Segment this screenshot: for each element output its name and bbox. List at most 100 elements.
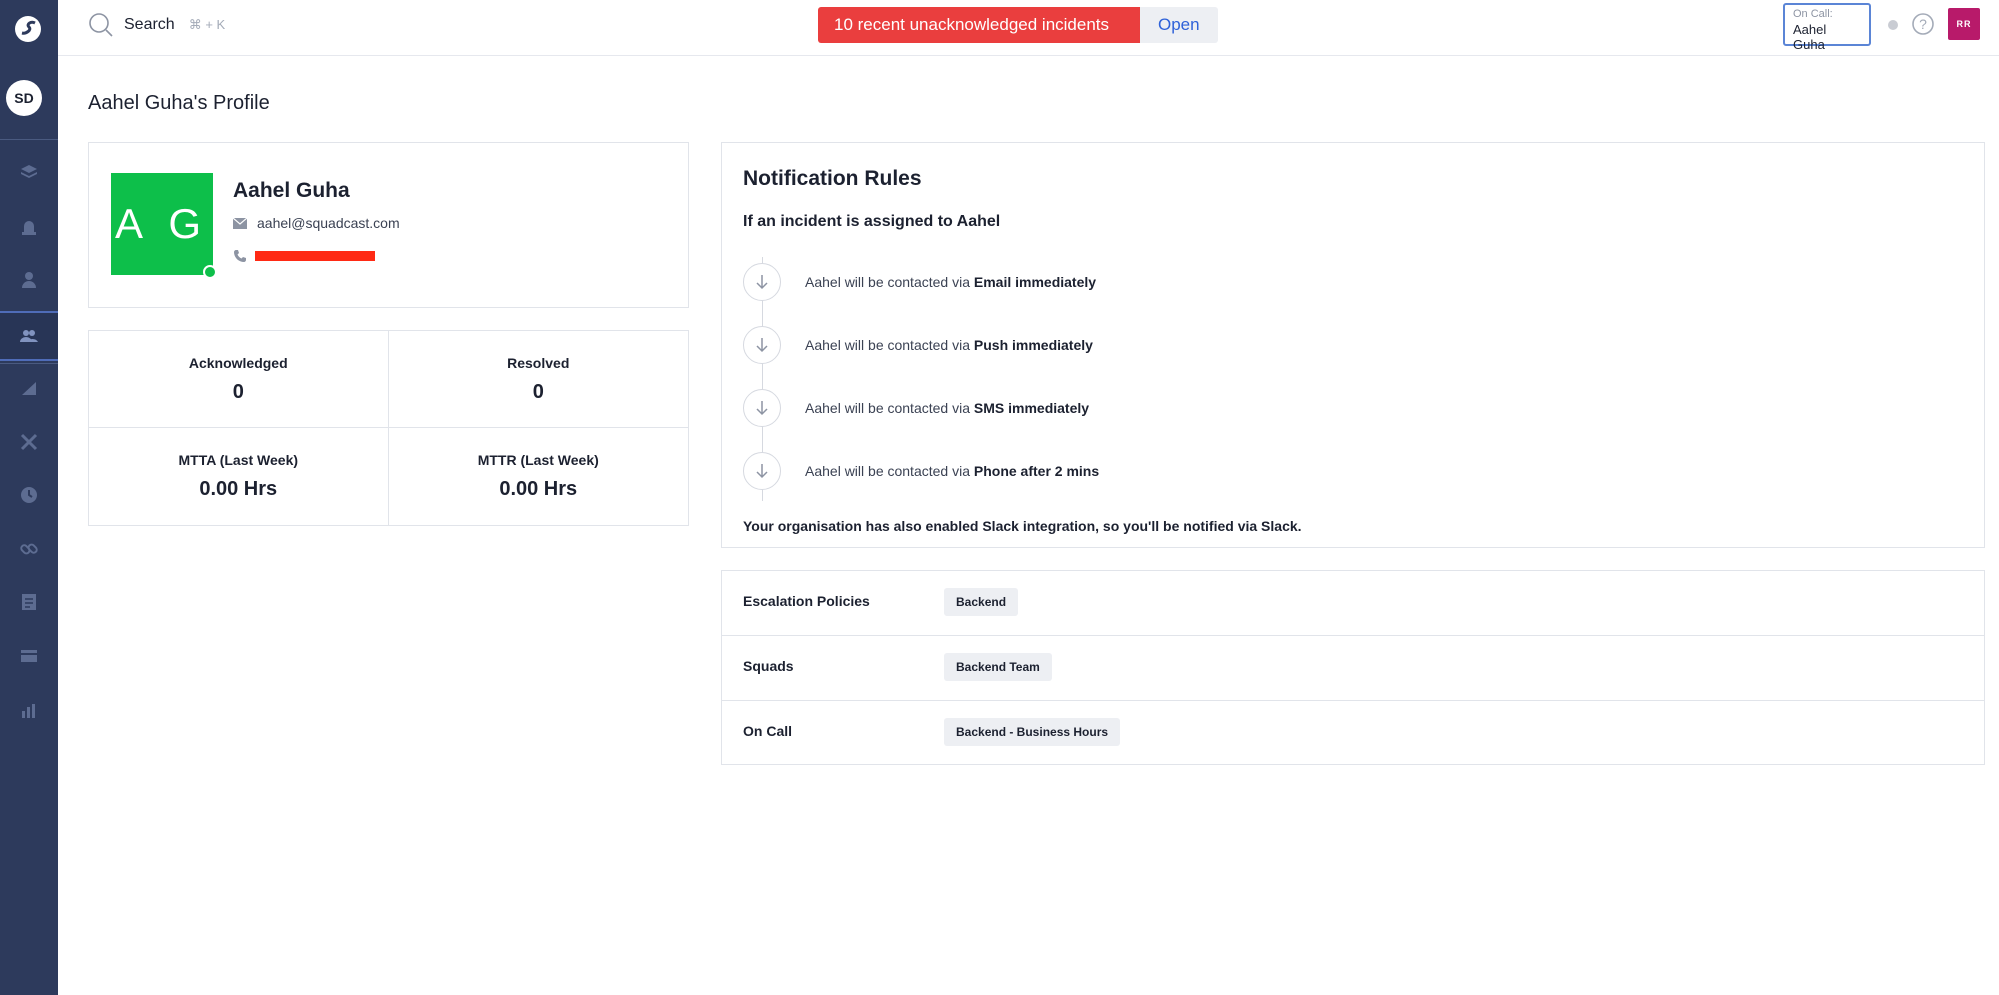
card-icon	[21, 650, 37, 662]
on-call-row: On Call Backend - Business Hours	[722, 701, 1984, 766]
arrow-down-icon	[743, 326, 781, 364]
sidebar-item-postmortems[interactable]	[0, 578, 58, 626]
profile-info-table: Escalation Policies Backend Squads Backe…	[721, 570, 1985, 765]
rule-prefix: Aahel will be contacted via	[805, 400, 970, 416]
rule-prefix: Aahel will be contacted via	[805, 337, 970, 353]
user-icon	[22, 272, 36, 288]
sidebar-item-teams[interactable]	[0, 311, 58, 361]
incident-banner: 10 recent unacknowledged incidents Open	[818, 7, 1218, 43]
oncall-name: Aahel Guha	[1793, 22, 1827, 52]
help-icon[interactable]: ?	[1911, 12, 1935, 36]
email-icon	[233, 217, 247, 229]
stat-resolved: Resolved 0	[388, 331, 688, 428]
link-icon	[20, 543, 38, 555]
squadcast-logo-icon[interactable]	[9, 10, 47, 48]
org-avatar[interactable]: SD	[6, 80, 42, 116]
profile-card: A G Aahel Guha aahel@squadcast.com	[88, 142, 689, 308]
rule-text: Aahel will be contacted via Phone after …	[805, 463, 1099, 479]
topbar: Search ⌘ + K 10 recent unacknowledged in…	[58, 0, 1999, 56]
arrow-down-icon	[743, 263, 781, 301]
stat-label: Resolved	[507, 354, 570, 371]
rules-subtitle: If an incident is assigned to Aahel	[743, 213, 1001, 230]
rule-method: Push immediately	[973, 337, 1093, 353]
search-icon	[89, 13, 113, 37]
profile-initials: A G	[114, 200, 210, 247]
rule-item: Aahel will be contacted via Push immedia…	[743, 325, 1093, 365]
tools-icon	[20, 433, 38, 451]
sidebar-item-reports[interactable]	[0, 687, 58, 735]
squad-tag[interactable]: Backend Team	[944, 653, 1052, 681]
arrow-down-icon	[743, 389, 781, 427]
status-dot	[1888, 20, 1898, 30]
profile-email: aahel@squadcast.com	[257, 215, 400, 231]
profile-name: Aahel Guha	[233, 179, 350, 202]
stat-label: MTTA (Last Week)	[178, 452, 299, 468]
rule-method: Email immediately	[973, 274, 1097, 290]
stat-mttr: MTTR (Last Week) 0.00 Hrs	[389, 428, 689, 525]
stat-value: 0	[532, 380, 544, 403]
sidebar-item-users[interactable]	[0, 256, 58, 304]
online-status-dot	[203, 265, 217, 279]
stat-mtta: MTTA (Last Week) 0.00 Hrs	[89, 428, 389, 525]
stat-label: MTTR (Last Week)	[477, 452, 599, 468]
phone-icon	[234, 250, 246, 262]
search-shortcut: ⌘ + K	[188, 17, 226, 32]
arrow-down-icon	[743, 452, 781, 490]
stat-label: Acknowledged	[188, 354, 288, 371]
notification-rules-card: Notification Rules If an incident is ass…	[721, 142, 1985, 548]
team-icon	[20, 330, 38, 342]
incident-message: 10 recent unacknowledged incidents	[818, 7, 1140, 43]
sidebar: SD	[0, 0, 58, 995]
rule-text: Aahel will be contacted via Push immedia…	[805, 337, 1093, 353]
sidebar-item-schedules[interactable]	[0, 471, 58, 519]
slack-note: Your organisation has also enabled Slack…	[743, 518, 1302, 534]
sidebar-item-incidents[interactable]	[0, 203, 58, 251]
stat-value: 0.00 Hrs	[199, 478, 278, 500]
oncall-indicator[interactable]: On Call: Aahel Guha	[1783, 3, 1871, 52]
rule-prefix: Aahel will be contacted via	[805, 274, 970, 290]
page-title: Aahel Guha's Profile	[88, 92, 270, 114]
sidebar-item-links[interactable]	[0, 525, 58, 573]
analytics-icon	[22, 382, 36, 395]
svg-text:?: ?	[1919, 16, 1927, 32]
rule-item: Aahel will be contacted via SMS immediat…	[743, 388, 1089, 428]
sidebar-divider	[0, 139, 58, 140]
row-label: Escalation Policies	[743, 593, 870, 609]
rule-prefix: Aahel will be contacted via	[805, 463, 970, 479]
rule-item: Aahel will be contacted via Email immedi…	[743, 262, 1096, 302]
rule-text: Aahel will be contacted via Email immedi…	[805, 274, 1096, 290]
rule-text: Aahel will be contacted via SMS immediat…	[805, 400, 1089, 416]
rule-method: SMS immediately	[973, 400, 1090, 416]
clock-icon	[21, 487, 37, 503]
bar-chart-icon	[22, 704, 35, 718]
sidebar-item-dashboard[interactable]	[0, 148, 58, 196]
checklist-icon	[22, 594, 36, 610]
sidebar-item-analytics[interactable]	[0, 364, 58, 412]
stat-value: 0	[232, 380, 244, 403]
rules-title: Notification Rules	[743, 167, 922, 190]
stat-acknowledged: Acknowledged 0	[89, 331, 389, 428]
redacted-phone	[255, 251, 375, 261]
row-label: On Call	[743, 723, 793, 739]
open-incidents-button[interactable]: Open	[1140, 7, 1218, 43]
escalation-policies-row: Escalation Policies Backend	[722, 571, 1984, 636]
layers-icon	[21, 165, 37, 178]
profile-email-row: aahel@squadcast.com	[233, 215, 400, 231]
rule-item: Aahel will be contacted via Phone after …	[743, 451, 1099, 491]
profile-phone-row	[233, 249, 375, 263]
alarm-icon	[22, 221, 36, 235]
escalation-policy-tag[interactable]: Backend	[944, 588, 1019, 616]
search-label: Search	[124, 16, 175, 33]
squads-row: Squads Backend Team	[722, 636, 1984, 701]
oncall-label: On Call:	[1793, 8, 1833, 20]
sidebar-item-billing[interactable]	[0, 632, 58, 680]
stats-grid: Acknowledged 0 Resolved 0 MTTA (Last Wee…	[88, 330, 689, 526]
profile-avatar: A G	[111, 173, 217, 279]
stat-value: 0.00 Hrs	[499, 478, 578, 500]
rule-method: Phone after 2 mins	[973, 463, 1100, 479]
on-call-schedule-tag[interactable]: Backend - Business Hours	[944, 718, 1121, 746]
search-bar[interactable]: Search ⌘ + K	[88, 12, 225, 38]
row-label: Squads	[743, 658, 794, 674]
user-avatar[interactable]: RR	[1948, 8, 1980, 40]
sidebar-item-integrations[interactable]	[0, 418, 58, 466]
